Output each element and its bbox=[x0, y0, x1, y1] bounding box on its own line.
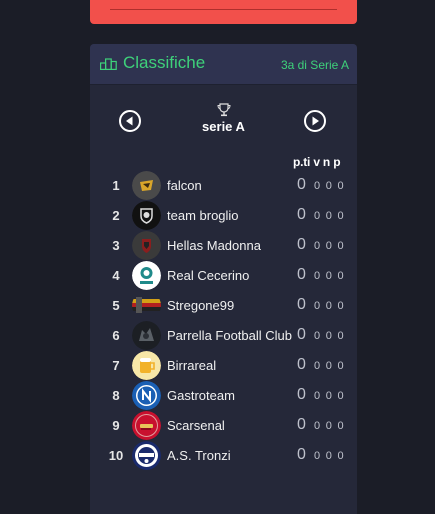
podium-icon bbox=[100, 58, 117, 70]
rank: 2 bbox=[112, 208, 120, 223]
standings-card: Classifiche 3a di Serie A serie A p.ti v… bbox=[90, 44, 357, 514]
table-row[interactable]: 1 falcon 0 0 0 0 bbox=[90, 171, 357, 201]
points: 0 bbox=[297, 296, 306, 313]
team-logo bbox=[132, 351, 161, 380]
points: 0 bbox=[297, 236, 306, 253]
team-name: Parrella Football Club bbox=[167, 328, 293, 343]
table-row[interactable]: 10 A.S. Tronzi 0 0 0 0 bbox=[90, 441, 357, 471]
rank: 10 bbox=[108, 448, 124, 463]
points: 0 bbox=[297, 266, 306, 283]
table-row[interactable]: 4 Real Cecerino 0 0 0 0 bbox=[90, 261, 357, 291]
rank: 5 bbox=[112, 298, 120, 313]
match-stats: 0 0 0 bbox=[314, 390, 345, 402]
team-logo bbox=[132, 231, 161, 260]
points: 0 bbox=[297, 176, 306, 193]
divider bbox=[110, 9, 337, 10]
table-row[interactable]: 9 Scarsenal 0 0 0 0 bbox=[90, 411, 357, 441]
rank: 9 bbox=[112, 418, 120, 433]
team-name: team broglio bbox=[167, 208, 239, 223]
match-stats: 0 0 0 bbox=[314, 180, 345, 192]
team-logo bbox=[132, 291, 161, 320]
team-name: falcon bbox=[167, 178, 202, 193]
team-name: Hellas Madonna bbox=[167, 238, 261, 253]
match-stats: 0 0 0 bbox=[314, 270, 345, 282]
points: 0 bbox=[297, 356, 306, 373]
table-row[interactable]: 7 Birrareal 0 0 0 0 bbox=[90, 351, 357, 381]
table-row[interactable]: 5 Stregone99 0 0 0 0 bbox=[90, 291, 357, 321]
arrow-right-circle-icon[interactable] bbox=[304, 110, 326, 132]
team-logo bbox=[132, 201, 161, 230]
team-name: Gastroteam bbox=[167, 388, 235, 403]
standings-header: Classifiche 3a di Serie A bbox=[90, 44, 357, 85]
table-row[interactable]: 8 Gastroteam 0 0 0 0 bbox=[90, 381, 357, 411]
rank: 1 bbox=[112, 178, 120, 193]
match-stats: 0 0 0 bbox=[314, 300, 345, 312]
match-stats: 0 0 0 bbox=[314, 210, 345, 222]
page-title: Classifiche bbox=[123, 53, 206, 72]
team-name: A.S. Tronzi bbox=[167, 448, 231, 463]
table-row[interactable]: 2 team broglio 0 0 0 0 bbox=[90, 201, 357, 231]
match-stats: 0 0 0 bbox=[314, 360, 345, 372]
points: 0 bbox=[297, 206, 306, 223]
table-row[interactable]: 3 Hellas Madonna 0 0 0 0 bbox=[90, 231, 357, 261]
standings-table: 1 falcon 0 0 0 0 2 team broglio 0 0 0 0 … bbox=[90, 171, 357, 471]
team-name: Real Cecerino bbox=[167, 268, 250, 283]
points: 0 bbox=[297, 446, 306, 463]
match-stats: 0 0 0 bbox=[314, 420, 345, 432]
team-logo bbox=[132, 321, 161, 350]
top-red-card bbox=[90, 0, 357, 24]
trophy-icon bbox=[217, 103, 231, 117]
match-stats: 0 0 0 bbox=[314, 450, 345, 462]
rank: 6 bbox=[112, 328, 120, 343]
team-logo bbox=[132, 261, 161, 290]
team-logo bbox=[132, 171, 161, 200]
points: 0 bbox=[297, 386, 306, 403]
table-row[interactable]: 6 Parrella Football Club 0 0 0 0 bbox=[90, 321, 357, 351]
team-name: Birrareal bbox=[167, 358, 217, 373]
points: 0 bbox=[297, 326, 306, 343]
rank: 4 bbox=[112, 268, 120, 283]
match-stats: 0 0 0 bbox=[314, 240, 345, 252]
match-stats: 0 0 0 bbox=[314, 330, 345, 342]
points: 0 bbox=[297, 416, 306, 433]
team-name: Stregone99 bbox=[167, 298, 235, 313]
team-name: Scarsenal bbox=[167, 418, 225, 433]
columns-header: p.ti v n p bbox=[293, 155, 341, 169]
team-logo bbox=[132, 411, 161, 440]
rank: 3 bbox=[112, 238, 120, 253]
matchday-label[interactable]: 3a di Serie A bbox=[281, 58, 349, 72]
team-logo bbox=[132, 441, 161, 470]
team-logo bbox=[132, 381, 161, 410]
rank: 8 bbox=[112, 388, 120, 403]
rank: 7 bbox=[112, 358, 120, 373]
